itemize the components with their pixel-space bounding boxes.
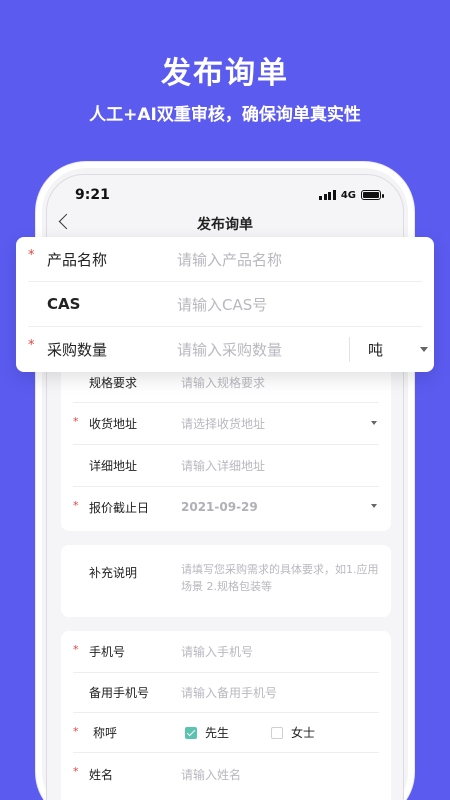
signal-icon	[319, 190, 336, 200]
required-mark: *	[73, 765, 79, 778]
status-time: 9:21	[75, 187, 110, 203]
product-name-input[interactable]: 请输入产品名称	[177, 249, 282, 270]
detail-address-label: 详细地址	[89, 459, 138, 473]
spec-form-card: 规格要求 请输入规格要求 * 收货地址 请选择收货地址 详细地址 请输入详细地址…	[61, 363, 391, 531]
quantity-row[interactable]: * 采购数量 请输入采购数量 吨	[28, 327, 428, 372]
highlight-form-card: * 产品名称 请输入产品名称 CAS 请输入CAS号 * 采购数量 请输入采购数…	[16, 237, 434, 372]
back-arrow-icon[interactable]	[58, 213, 75, 230]
navbar-title: 发布询单	[197, 217, 253, 233]
title-row: * 称呼 先生 女士	[73, 713, 379, 753]
quantity-label: 采购数量	[47, 341, 108, 359]
spec-label: 规格要求	[89, 376, 138, 390]
checkbox-mr-checked[interactable]	[185, 727, 197, 739]
name-input[interactable]: 请输入姓名	[181, 766, 241, 783]
address-select[interactable]: 请选择收货地址	[181, 415, 265, 432]
title-label: 称呼	[93, 726, 118, 740]
cas-row[interactable]: CAS 请输入CAS号	[28, 282, 422, 327]
checkbox-ms[interactable]	[271, 727, 283, 739]
battery-icon	[361, 190, 384, 200]
name-row[interactable]: * 姓名 请输入姓名	[73, 753, 379, 795]
dropdown-arrow-icon[interactable]	[371, 504, 377, 508]
address-label: 收货地址	[89, 417, 138, 431]
contact-card: * 手机号 请输入手机号 备用手机号 请输入备用手机号 * 称呼 先生 女士 *…	[61, 631, 391, 800]
unit-select[interactable]: 吨	[368, 339, 383, 360]
hero-title: 发布询单	[161, 56, 289, 91]
supplement-card[interactable]: 补充说明 请填写您采购需求的具体要求，如1.应用场景 2.规格包装等	[61, 545, 391, 617]
network-label: 4G	[340, 189, 356, 201]
backup-mobile-input[interactable]: 请输入备用手机号	[181, 684, 277, 701]
product-name-label: 产品名称	[47, 250, 108, 269]
deadline-row[interactable]: * 报价截止日 2021-09-29	[73, 487, 379, 527]
mobile-input[interactable]: 请输入手机号	[181, 643, 253, 660]
quantity-input[interactable]: 请输入采购数量	[177, 339, 282, 360]
detail-address-input[interactable]: 请输入详细地址	[181, 457, 265, 474]
required-mark: *	[28, 338, 35, 353]
address-row[interactable]: * 收货地址 请选择收货地址	[73, 403, 379, 445]
product-name-row[interactable]: * 产品名称 请输入产品名称	[28, 237, 422, 282]
cas-label: CAS	[47, 295, 81, 313]
required-mark: *	[73, 499, 79, 512]
mobile-label: 手机号	[89, 645, 126, 659]
deadline-value[interactable]: 2021-09-29	[181, 500, 258, 514]
supplement-input[interactable]: 请填写您采购需求的具体要求，如1.应用场景 2.规格包装等	[181, 561, 381, 595]
detail-address-row[interactable]: 详细地址 请输入详细地址	[73, 445, 379, 487]
supplement-label: 补充说明	[89, 566, 138, 580]
status-bar: 9:21 4G	[75, 185, 384, 205]
option-ms[interactable]: 女士	[291, 724, 315, 741]
navbar: 发布询单	[47, 209, 403, 239]
cas-input[interactable]: 请输入CAS号	[177, 294, 267, 315]
dropdown-arrow-icon[interactable]	[371, 421, 377, 425]
deadline-label: 报价截止日	[89, 500, 150, 515]
unit-divider	[349, 337, 350, 362]
option-mr[interactable]: 先生	[205, 724, 229, 741]
backup-mobile-label: 备用手机号	[89, 686, 150, 700]
mobile-row[interactable]: * 手机号 请输入手机号	[73, 631, 379, 673]
required-mark: *	[28, 248, 35, 263]
name-label: 姓名	[89, 767, 114, 782]
backup-mobile-row[interactable]: 备用手机号 请输入备用手机号	[73, 673, 379, 713]
required-mark: *	[73, 643, 79, 656]
dropdown-arrow-icon[interactable]	[420, 347, 428, 352]
required-mark: *	[73, 725, 79, 738]
required-mark: *	[73, 415, 79, 428]
spec-input[interactable]: 请输入规格要求	[181, 374, 265, 391]
hero-subtitle: 人工+AI双重审核，确保询单真实性	[89, 105, 361, 125]
